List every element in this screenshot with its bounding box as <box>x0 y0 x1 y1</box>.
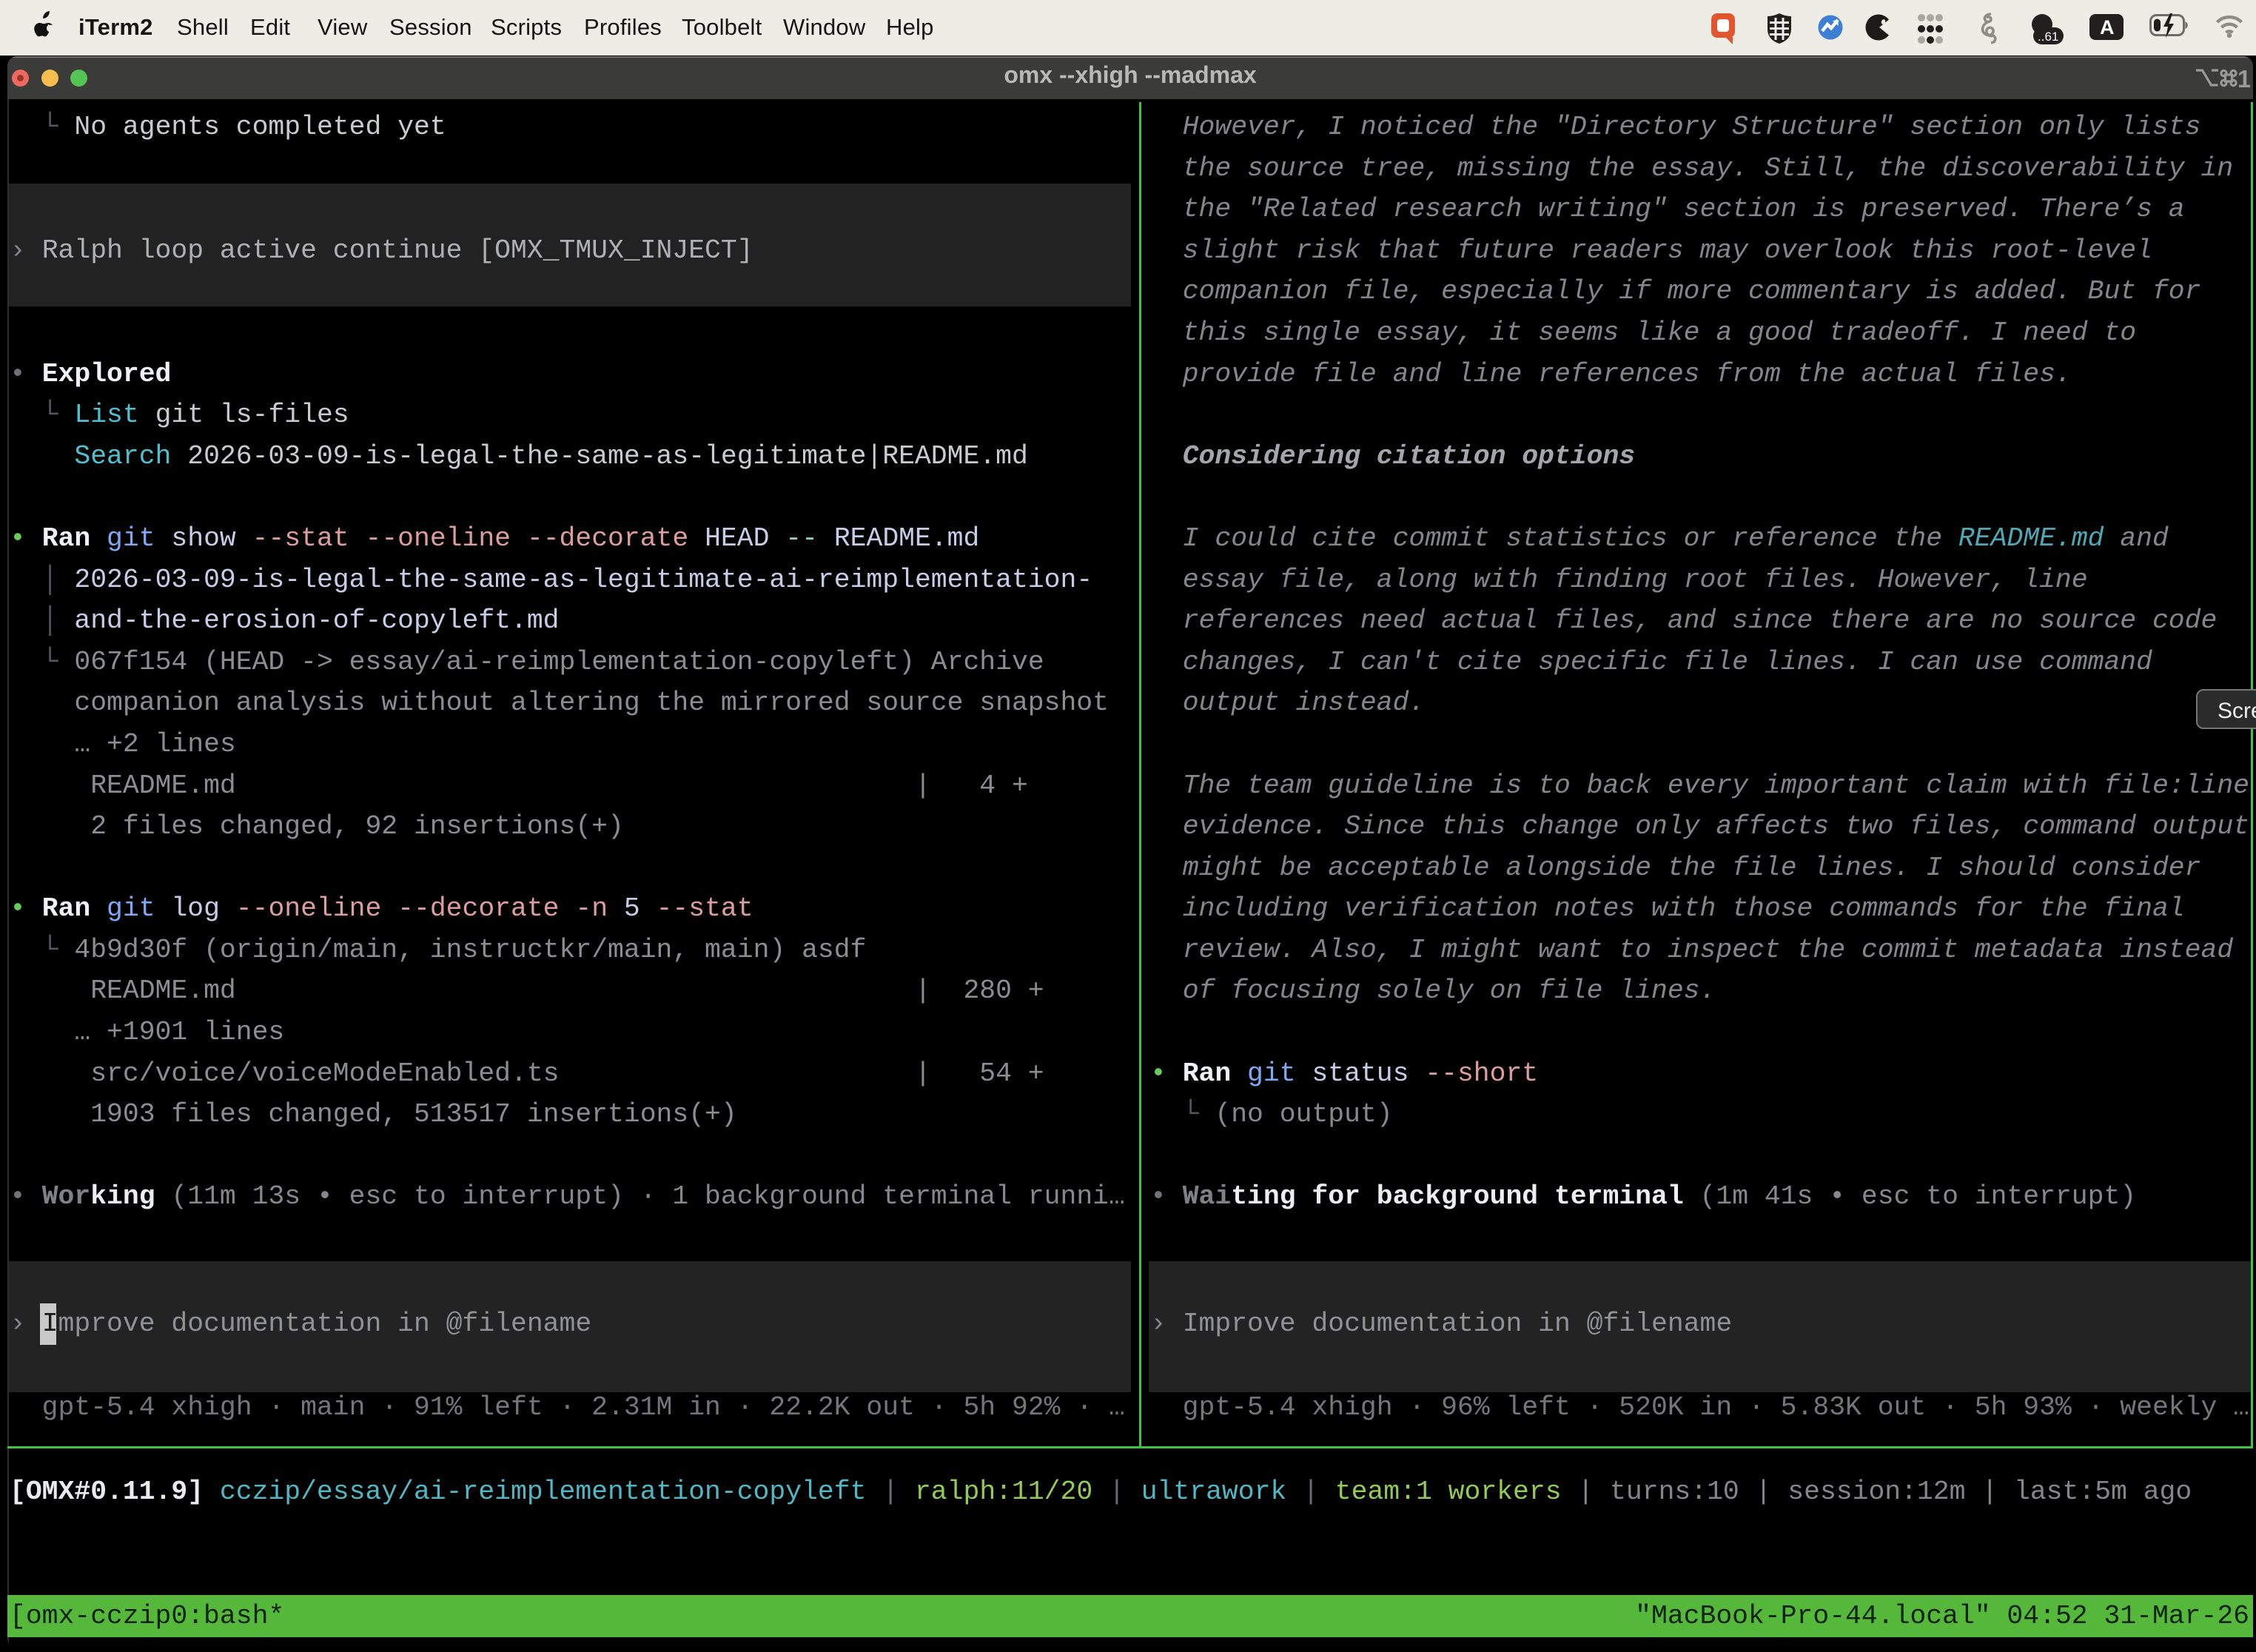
svg-text:..61: ..61 <box>2038 30 2058 44</box>
svg-text:1: 1 <box>2237 65 2250 93</box>
svg-text:A: A <box>2100 16 2115 38</box>
